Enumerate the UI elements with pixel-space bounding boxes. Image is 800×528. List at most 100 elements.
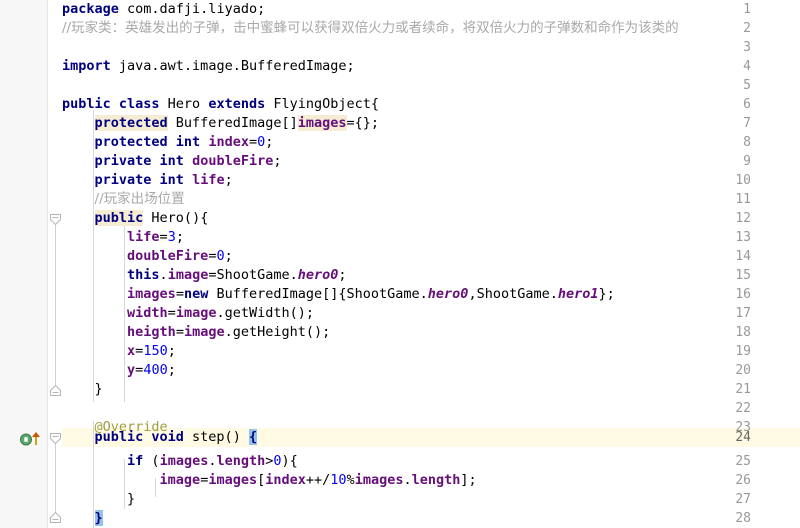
token-static-field: hero1 <box>557 286 599 302</box>
token-keyword: public void <box>94 429 184 445</box>
code-line-16[interactable]: images=new BufferedImage[]{ShootGame.her… <box>62 285 615 304</box>
code-line-11[interactable]: //玩家出场位置 <box>62 190 185 209</box>
token-field: y <box>127 362 136 378</box>
overriding-method-icon[interactable] <box>20 431 44 446</box>
line-number: 13 <box>735 230 751 245</box>
code-line-12[interactable]: public Hero(){ <box>62 209 208 228</box>
token-text: ,ShootGame. <box>468 286 558 302</box>
token-field: doubleFire <box>127 248 209 264</box>
code-line-7[interactable]: protected BufferedImage[]images={}; <box>62 114 379 133</box>
line-number: 18 <box>735 325 751 340</box>
token-text: BufferedImage[]{ShootGame. <box>208 286 428 302</box>
fold-marker-line-12[interactable] <box>50 214 61 225</box>
code-line-8[interactable]: protected int index=0; <box>62 133 274 152</box>
line-number: 5 <box>743 78 751 93</box>
line-number: 15 <box>735 268 751 283</box>
code-line-17[interactable]: width=image.getWidth(); <box>62 304 314 323</box>
token-text: = <box>159 229 168 245</box>
token-keyword: public <box>94 210 144 226</box>
token-number: 400 <box>143 362 168 378</box>
code-line-9[interactable]: private int doubleFire; <box>62 152 282 171</box>
code-line-6[interactable]: public class Hero extends FlyingObject{ <box>62 95 379 114</box>
token-field: image <box>159 472 201 488</box>
token-text: = <box>167 305 176 321</box>
code-line-24[interactable]: public void step() { <box>62 428 258 447</box>
matched-brace-open: { <box>248 429 258 445</box>
token-text: ++/ <box>305 472 331 488</box>
token-keyword: new <box>183 286 209 302</box>
matched-brace-close: } <box>94 510 103 526</box>
line-number: 14 <box>735 249 751 264</box>
line-number: 27 <box>735 492 751 507</box>
code-line-28[interactable]: } <box>62 509 103 528</box>
token-text: . <box>159 267 168 283</box>
token-field: life <box>192 172 225 188</box>
line-number: 21 <box>735 382 751 397</box>
token-field: images <box>208 472 258 488</box>
fold-marker-line-21[interactable] <box>50 385 61 396</box>
line-number: 17 <box>735 306 751 321</box>
token-keyword: extends <box>208 96 266 112</box>
token-keyword: protected int <box>94 134 201 150</box>
code-line-14[interactable]: doubleFire=0; <box>62 247 233 266</box>
code-line-13[interactable]: life=3; <box>62 228 184 247</box>
token-text: ){ <box>281 453 298 469</box>
fold-region-line <box>55 444 56 512</box>
token-field: images <box>354 472 404 488</box>
code-line-20[interactable]: y=400; <box>62 361 176 380</box>
token-field: length <box>411 472 461 488</box>
token-text: . <box>403 472 412 488</box>
line-number: 12 <box>735 211 751 226</box>
token-number: 0 <box>273 453 282 469</box>
token-text: ]; <box>460 472 477 488</box>
line-number: 11 <box>735 192 751 207</box>
line-number-caret: 24 <box>735 430 751 445</box>
code-line-26[interactable]: image=images[index++/10%images.length]; <box>62 471 477 490</box>
token-field: image <box>183 324 225 340</box>
code-editor[interactable]: 1 2 3 4 5 6 7 8 9 10 11 12 13 14 15 16 1… <box>0 0 800 528</box>
token-keyword: import <box>62 58 111 74</box>
code-line-21[interactable]: } <box>62 380 103 399</box>
token-number: 150 <box>143 343 168 359</box>
token-field: index <box>208 134 249 150</box>
editor-gutter[interactable] <box>0 0 47 528</box>
token-field: x <box>127 343 136 359</box>
code-line-15[interactable]: this.image=ShootGame.hero0; <box>62 266 346 285</box>
code-line-19[interactable]: x=150; <box>62 342 176 361</box>
token-text: ; <box>167 362 176 378</box>
token-text: ; <box>167 343 176 359</box>
token-field: doubleFire <box>192 153 274 169</box>
token-text: step() <box>183 429 249 445</box>
token-field: index <box>265 472 306 488</box>
code-line-27[interactable]: } <box>62 490 135 509</box>
code-line-1[interactable]: package com.dafji.liyado; <box>62 0 265 19</box>
token-text: = <box>175 286 184 302</box>
token-keyword: if <box>127 453 144 469</box>
token-text: ; <box>273 153 282 169</box>
code-line-4[interactable]: import java.awt.image.BufferedImage; <box>62 57 355 76</box>
code-line-25[interactable]: if (images.length>0){ <box>62 452 298 471</box>
code-line-2-comment: //玩家类：英雄发出的子弹，击中蜜蜂可以获得双倍火力或者续命，将双倍火力的子弹数… <box>62 20 679 36</box>
line-number: 6 <box>743 97 751 112</box>
line-number: 16 <box>735 287 751 302</box>
line-number: 3 <box>743 40 751 55</box>
token-text: ; <box>224 172 233 188</box>
token-keyword: private int <box>94 153 184 169</box>
fold-marker-line-24[interactable] <box>50 433 61 444</box>
fold-marker-line-28[interactable] <box>50 512 61 523</box>
code-line-10[interactable]: private int life; <box>62 171 233 190</box>
code-line-18[interactable]: heigth=image.getHeight(); <box>62 323 330 342</box>
fold-region-line <box>55 225 56 385</box>
